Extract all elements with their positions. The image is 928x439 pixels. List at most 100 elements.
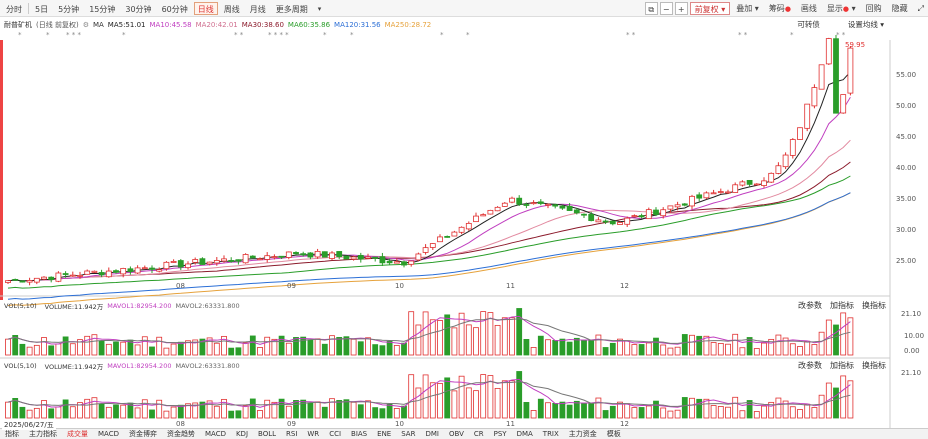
- candle-body: [444, 236, 451, 238]
- price-tick-label: 50.00: [896, 102, 917, 110]
- indicator-tab[interactable]: KDJ: [231, 430, 253, 438]
- switch-indicator-button[interactable]: 换指标: [862, 300, 886, 311]
- indicator-tab[interactable]: BOLL: [253, 430, 281, 438]
- indicator-tab[interactable]: CCI: [324, 430, 346, 438]
- month-label: 10: [395, 420, 404, 428]
- volume-bar: [559, 401, 566, 419]
- volume-bar: [789, 343, 796, 356]
- candle-body: [228, 260, 235, 262]
- indicator-tab[interactable]: ENE: [372, 430, 396, 438]
- volume-bar: [415, 324, 422, 356]
- indicator-tab[interactable]: OBV: [444, 430, 469, 438]
- volume-bar: [638, 407, 645, 419]
- indicator-tab[interactable]: 主力资金: [564, 429, 602, 439]
- volume-bar: [98, 403, 105, 419]
- volume-bar: [653, 337, 659, 356]
- indicator-tab[interactable]: 资金博弈: [124, 429, 162, 439]
- candle-body: [192, 259, 199, 263]
- candle-body: [141, 267, 148, 270]
- candle-body: [77, 274, 83, 277]
- indicator-tab[interactable]: BIAS: [346, 430, 372, 438]
- indicator-tab[interactable]: 资金趋势: [162, 429, 200, 439]
- volume-bar: [581, 402, 587, 419]
- candle-body: [177, 260, 184, 268]
- ma-line: [7, 71, 851, 282]
- candle-body: [552, 204, 559, 207]
- candle-body: [393, 261, 400, 264]
- indicator-tab[interactable]: DMA: [512, 430, 538, 438]
- price-tick-label: 25.00: [896, 257, 917, 265]
- edit-params-button[interactable]: 改参数: [798, 360, 822, 371]
- volume-bar: [703, 398, 710, 419]
- volume-bar: [120, 404, 127, 419]
- indicator-tab[interactable]: CR: [469, 430, 489, 438]
- candle-body: [307, 252, 314, 258]
- vol-indicator-name[interactable]: VOL(5,10): [4, 302, 37, 310]
- volume-bar: [343, 399, 350, 419]
- indicator-tab[interactable]: DMI: [420, 430, 444, 438]
- volume-bar: [833, 324, 839, 356]
- volume-bar: [667, 347, 674, 356]
- volume-bar: [609, 342, 616, 356]
- volume-bar: [516, 308, 523, 356]
- volume-bar: [451, 390, 458, 419]
- volume-bar: [725, 406, 731, 419]
- indicator-tab[interactable]: MACD: [200, 430, 231, 438]
- candle-body: [833, 38, 839, 114]
- volume-bar: [660, 344, 667, 356]
- add-indicator-button[interactable]: 加指标: [830, 300, 854, 311]
- volume-bar: [761, 405, 767, 419]
- indicator-tab[interactable]: 模板: [602, 429, 626, 439]
- edit-params-button[interactable]: 改参数: [798, 300, 822, 311]
- candle-body: [523, 204, 530, 206]
- volume-bar: [581, 339, 587, 356]
- volume-bar: [624, 403, 631, 419]
- volume-bar: [804, 403, 811, 419]
- candle-body: [170, 261, 177, 263]
- switch-indicator-button[interactable]: 换指标: [862, 360, 886, 371]
- kline-chart[interactable]: [0, 0, 928, 439]
- candle-body: [69, 274, 76, 277]
- volume-bar: [609, 405, 616, 419]
- volume-bar: [357, 404, 364, 419]
- volume-bar: [365, 400, 371, 419]
- month-label: 08: [176, 420, 185, 428]
- volume-bar: [84, 398, 91, 419]
- volume-bar: [163, 410, 170, 419]
- add-indicator-button[interactable]: 加指标: [830, 360, 854, 371]
- indicator-tab[interactable]: 成交量: [62, 429, 93, 439]
- volume-bar: [408, 374, 415, 419]
- vol-tick-label: 0.00: [904, 347, 920, 355]
- volume-bar: [228, 410, 235, 419]
- candle-body: [336, 251, 343, 258]
- ma-line: [7, 139, 851, 282]
- candle-body: [84, 270, 91, 275]
- indicator-tab[interactable]: WR: [302, 430, 324, 438]
- candle-body: [271, 256, 278, 259]
- indicator-tab[interactable]: PSY: [489, 430, 512, 438]
- vol-indicator-name[interactable]: VOL(5,10): [4, 362, 37, 370]
- candle-body: [62, 273, 69, 275]
- volume-bar: [789, 406, 796, 419]
- candle-body: [221, 258, 227, 262]
- indicator-tab[interactable]: TRIX: [538, 430, 564, 438]
- volume-bar: [451, 327, 458, 356]
- candle-body: [573, 209, 580, 214]
- volume-bar: [285, 342, 292, 356]
- month-label: 09: [287, 282, 296, 290]
- indicator-tab[interactable]: MACD: [93, 430, 124, 438]
- volume-bar: [480, 374, 487, 419]
- volume-value: VOLUME:11.942万: [44, 302, 104, 311]
- candle-body: [5, 280, 11, 283]
- volume-bar: [307, 402, 314, 419]
- indicator-tab[interactable]: SAR: [396, 430, 420, 438]
- indicator-tab[interactable]: 指标: [0, 429, 24, 439]
- volume-bar: [422, 374, 429, 419]
- indicator-tab[interactable]: 主力指标: [24, 429, 62, 439]
- volume-bar: [653, 400, 659, 419]
- volume-bar: [595, 397, 602, 419]
- volume-bar: [465, 387, 472, 419]
- volume-bar: [105, 406, 112, 419]
- candle-body: [113, 270, 119, 273]
- indicator-tab[interactable]: RSI: [281, 430, 302, 438]
